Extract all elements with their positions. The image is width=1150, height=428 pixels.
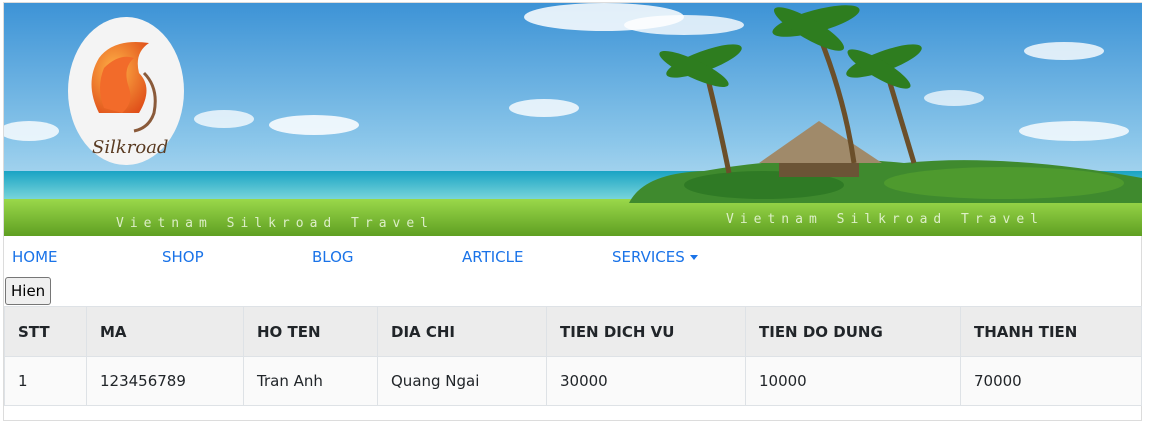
column-header-dia-chi: DIA CHI xyxy=(377,306,547,357)
cell-stt: 1 xyxy=(4,356,87,406)
cell-dia-chi: Quang Ngai xyxy=(377,356,547,406)
header-banner: Silkroad Vietnam Silkroad Travel Vietnam… xyxy=(4,3,1142,236)
logo-text: Silkroad xyxy=(92,137,168,158)
column-header-thanh-tien: THANH TIEN xyxy=(960,306,1142,357)
caret-down-icon xyxy=(689,255,698,260)
nav-home-link[interactable]: HOME xyxy=(12,248,58,266)
cell-ho-ten: Tran Anh xyxy=(243,356,378,406)
nav-services-dropdown[interactable]: SERVICES xyxy=(612,248,698,266)
table-row: 1 123456789 Tran Anh Quang Ngai 30000 10… xyxy=(4,356,1142,406)
column-header-stt: STT xyxy=(4,306,87,357)
nav-shop-link[interactable]: SHOP xyxy=(162,248,204,266)
cell-thanh-tien: 70000 xyxy=(960,356,1142,406)
banner-tagline-right: Vietnam Silkroad Travel xyxy=(726,212,1044,227)
column-header-tien-do-dung: TIEN DO DUNG xyxy=(745,306,961,357)
nav-services-label: SERVICES xyxy=(612,248,685,266)
table-header-row: STT MA HO TEN DIA CHI TIEN DICH VU TIEN … xyxy=(4,306,1142,357)
banner-image: Silkroad Vietnam Silkroad Travel Vietnam… xyxy=(4,3,1142,236)
cell-tien-do-dung: 10000 xyxy=(745,356,961,406)
column-header-ma: MA xyxy=(86,306,244,357)
main-navigation: HOME SHOP BLOG ARTICLE SERVICES xyxy=(4,240,1142,274)
banner-tagline-left: Vietnam Silkroad Travel xyxy=(116,216,434,231)
hien-button[interactable]: Hien xyxy=(5,277,52,305)
invoice-table: STT MA HO TEN DIA CHI TIEN DICH VU TIEN … xyxy=(4,306,1142,406)
cell-ma: 123456789 xyxy=(86,356,244,406)
cell-tien-dich-vu: 30000 xyxy=(546,356,746,406)
column-header-ho-ten: HO TEN xyxy=(243,306,378,357)
nav-blog-link[interactable]: BLOG xyxy=(312,248,354,266)
column-header-tien-dich-vu: TIEN DICH VU xyxy=(546,306,746,357)
nav-article-link[interactable]: ARTICLE xyxy=(462,248,524,266)
